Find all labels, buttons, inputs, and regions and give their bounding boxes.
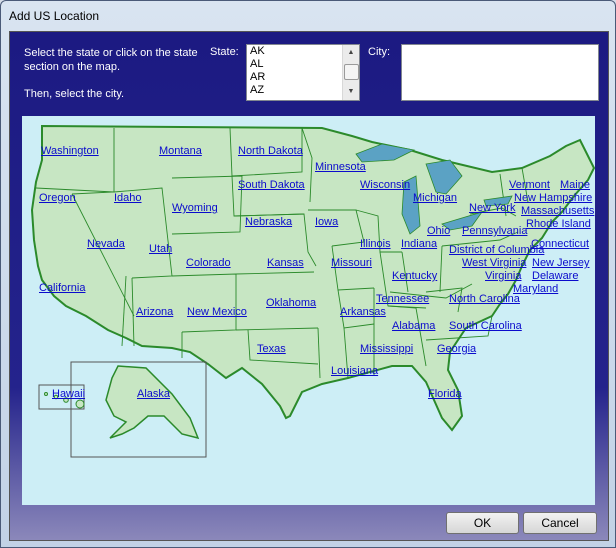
ok-button[interactable]: OK — [446, 512, 519, 534]
state-link-west-virginia[interactable]: West Virginia — [462, 257, 526, 269]
alaska-outline — [105, 365, 200, 440]
state-link-georgia[interactable]: Georgia — [437, 343, 476, 355]
state-link-vermont[interactable]: Vermont — [509, 179, 550, 191]
state-link-rhode-island[interactable]: Rhode Island — [526, 218, 591, 230]
scroll-down-arrow-icon[interactable]: ▼ — [343, 84, 359, 100]
state-link-south-carolina[interactable]: South Carolina — [449, 320, 522, 332]
state-link-oklahoma[interactable]: Oklahoma — [266, 297, 316, 309]
state-link-new-hampshire[interactable]: New Hampshire — [514, 192, 592, 204]
state-link-louisiana[interactable]: Louisiana — [331, 365, 378, 377]
instruction-line-1: Select the state or click on the state — [24, 47, 198, 59]
dialog-content: Select the state or click on the state s… — [9, 31, 609, 541]
cancel-button[interactable]: Cancel — [523, 512, 597, 534]
state-link-michigan[interactable]: Michigan — [413, 192, 457, 204]
state-link-district-of-columbia[interactable]: District of Columbia — [449, 244, 544, 256]
state-link-nebraska[interactable]: Nebraska — [245, 216, 292, 228]
state-link-pennsylvania[interactable]: Pennsylvania — [462, 225, 527, 237]
state-link-south-dakota[interactable]: South Dakota — [238, 179, 305, 191]
state-link-montana[interactable]: Montana — [159, 145, 202, 157]
state-link-washington[interactable]: Washington — [41, 145, 99, 157]
state-listbox[interactable]: AK AL AR AZ ▲ ▼ — [246, 44, 360, 101]
state-link-arizona[interactable]: Arizona — [136, 306, 173, 318]
scroll-thumb[interactable] — [344, 64, 359, 80]
instruction-line-2: section on the map. — [24, 61, 121, 73]
state-link-north-carolina[interactable]: North Carolina — [449, 293, 520, 305]
state-link-nevada[interactable]: Nevada — [87, 238, 125, 250]
state-link-florida[interactable]: Florida — [428, 388, 462, 400]
state-link-kentucky[interactable]: Kentucky — [392, 270, 437, 282]
state-link-new-mexico[interactable]: New Mexico — [187, 306, 247, 318]
state-link-arkansas[interactable]: Arkansas — [340, 306, 386, 318]
title-bar: Add US Location — [2, 2, 614, 30]
state-link-delaware[interactable]: Delaware — [532, 270, 578, 282]
state-link-oregon[interactable]: Oregon — [39, 192, 76, 204]
state-link-hawaii[interactable]: Hawaii — [52, 388, 85, 400]
instruction-text: Select the state or click on the state s… — [24, 46, 198, 101]
state-link-maine[interactable]: Maine — [560, 179, 590, 191]
state-link-indiana[interactable]: Indiana — [401, 238, 437, 250]
window-title: Add US Location — [9, 9, 100, 23]
state-link-north-dakota[interactable]: North Dakota — [238, 145, 303, 157]
city-label: City: — [368, 46, 390, 58]
state-link-idaho[interactable]: Idaho — [114, 192, 142, 204]
us-map-graphic — [30, 124, 595, 458]
state-link-wisconsin[interactable]: Wisconsin — [360, 179, 410, 191]
state-link-kansas[interactable]: Kansas — [267, 257, 304, 269]
state-link-missouri[interactable]: Missouri — [331, 257, 372, 269]
state-link-massachusetts[interactable]: Massachusetts — [521, 205, 594, 217]
state-link-colorado[interactable]: Colorado — [186, 257, 231, 269]
state-link-wyoming[interactable]: Wyoming — [172, 202, 218, 214]
add-us-location-dialog: Add US Location Select the state or clic… — [0, 0, 616, 548]
state-link-illinois[interactable]: Illinois — [360, 238, 391, 250]
state-link-virginia[interactable]: Virginia — [485, 270, 522, 282]
state-link-alaska[interactable]: Alaska — [137, 388, 170, 400]
state-link-alabama[interactable]: Alabama — [392, 320, 435, 332]
state-link-utah[interactable]: Utah — [149, 243, 172, 255]
state-link-mississippi[interactable]: Mississippi — [360, 343, 413, 355]
state-link-ohio[interactable]: Ohio — [427, 225, 450, 237]
state-link-new-york[interactable]: New York — [469, 202, 515, 214]
state-link-new-jersey[interactable]: New Jersey — [532, 257, 589, 269]
city-listbox[interactable] — [401, 44, 599, 101]
state-link-california[interactable]: California — [39, 282, 85, 294]
instruction-line-3: Then, select the city. — [24, 88, 125, 100]
scroll-up-arrow-icon[interactable]: ▲ — [343, 45, 359, 61]
state-label: State: — [210, 46, 239, 58]
state-link-texas[interactable]: Texas — [257, 343, 286, 355]
us-map[interactable]: Washington Montana North Dakota Minnesot… — [22, 116, 595, 505]
state-link-iowa[interactable]: Iowa — [315, 216, 338, 228]
state-listbox-scrollbar[interactable]: ▲ ▼ — [342, 45, 359, 100]
state-link-tennessee[interactable]: Tennessee — [376, 293, 429, 305]
state-link-minnesota[interactable]: Minnesota — [315, 161, 366, 173]
